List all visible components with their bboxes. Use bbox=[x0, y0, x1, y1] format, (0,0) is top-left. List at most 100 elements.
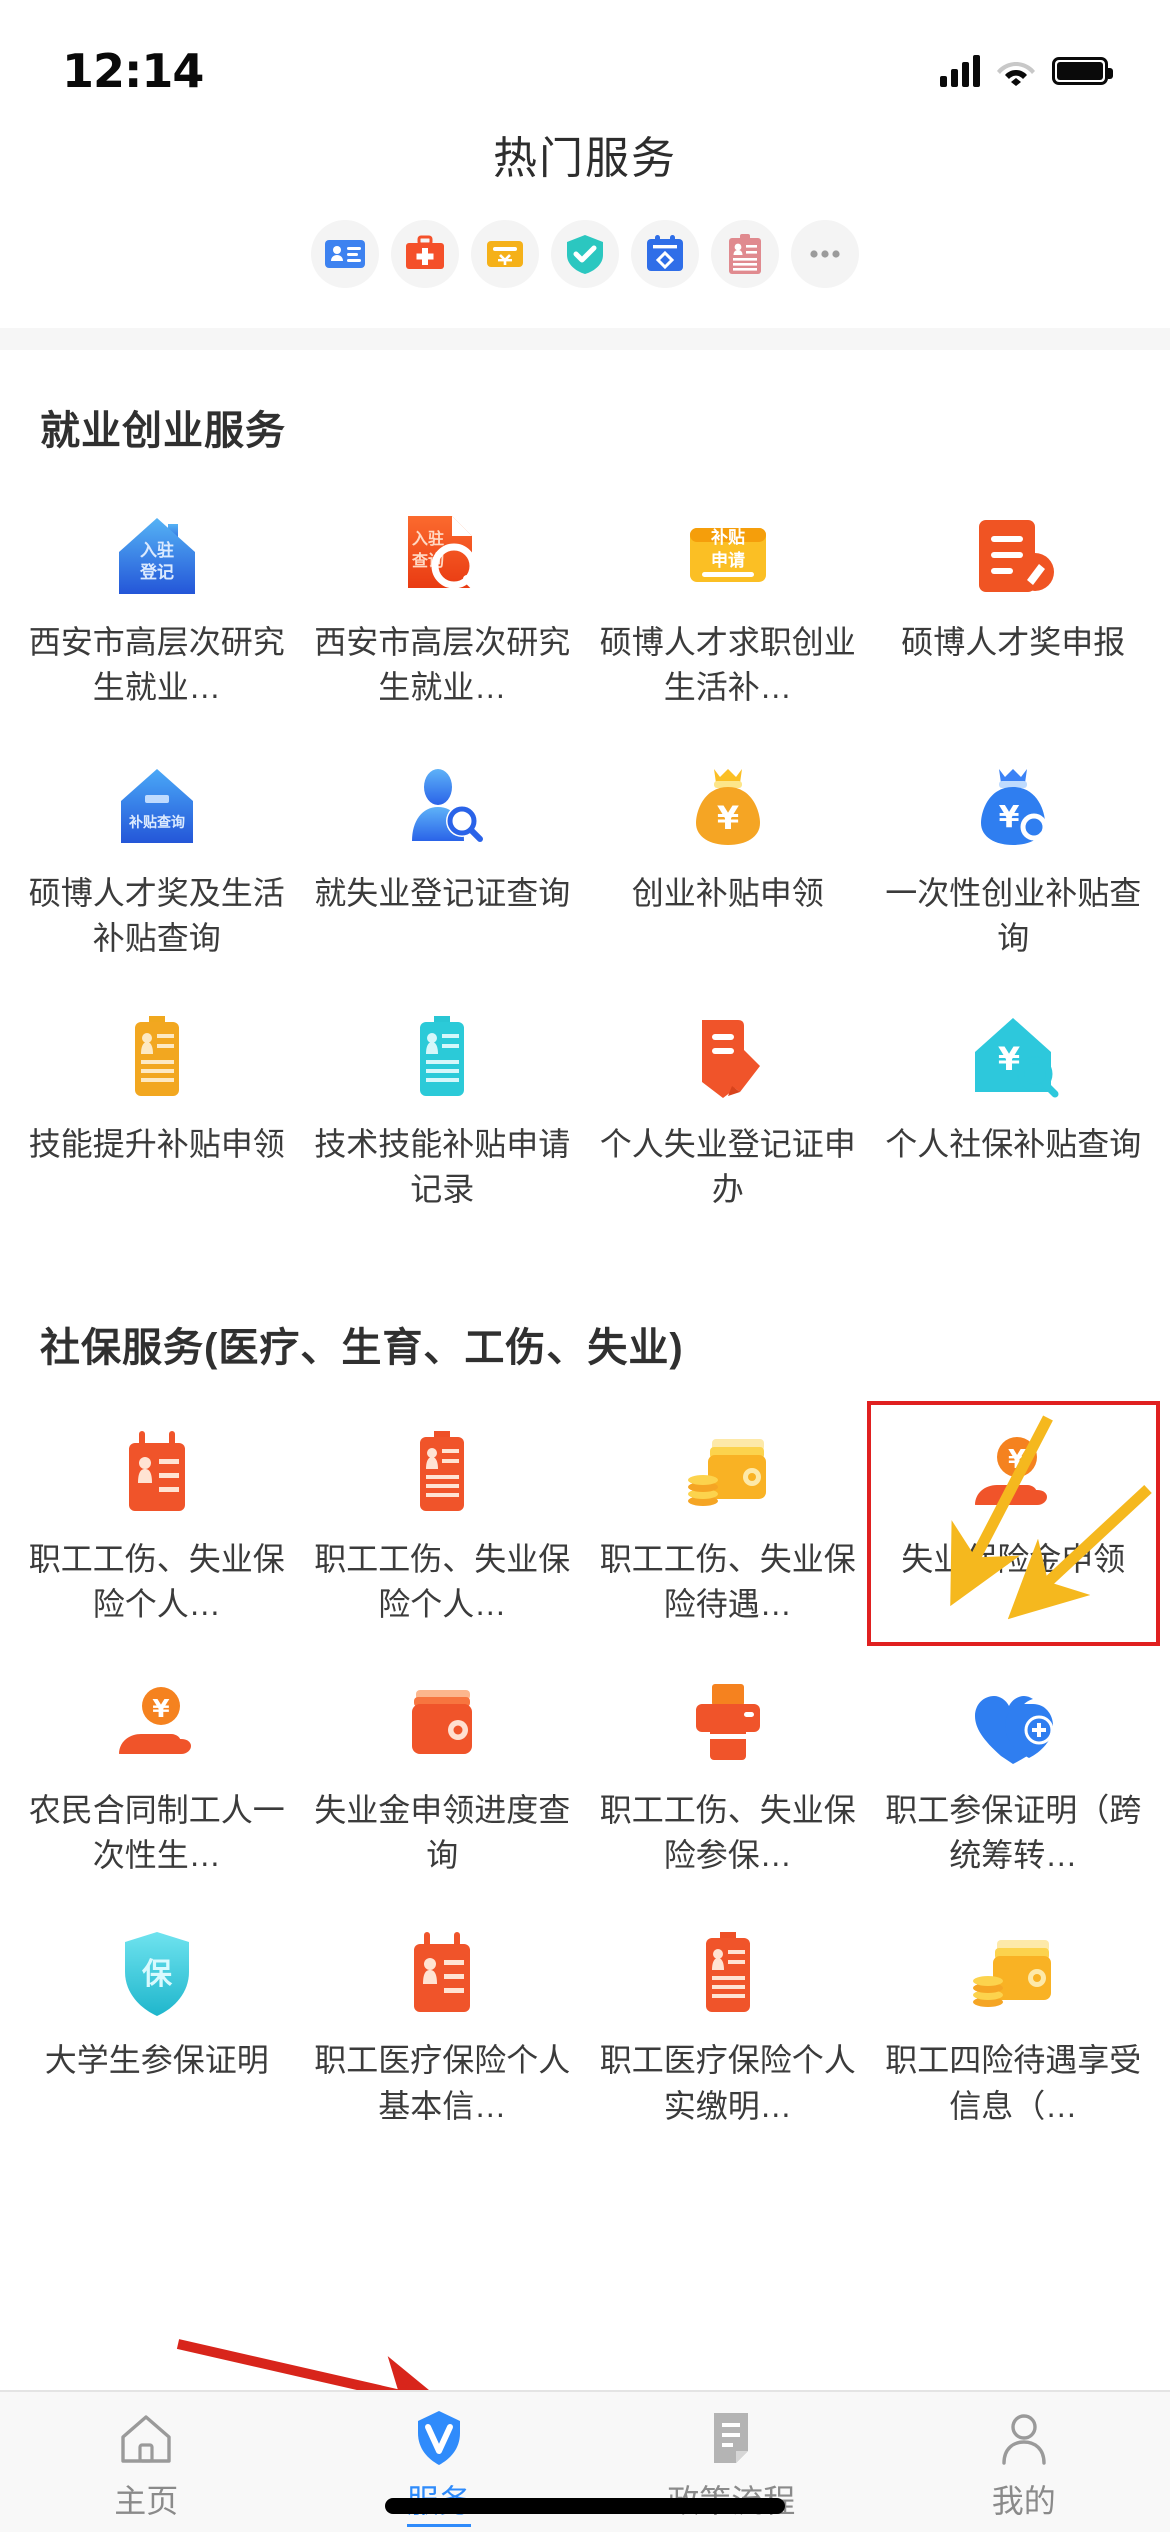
service-label: 硕博人才奖及生活补贴查询 bbox=[28, 874, 285, 957]
service-label: 就失业登记证查询 bbox=[314, 874, 571, 911]
service-item[interactable]: 职工医疗保险个人实缴明… bbox=[585, 1906, 871, 2143]
svg-text:入驻: 入驻 bbox=[140, 540, 174, 560]
service-label: 个人失业登记证申办 bbox=[599, 1125, 856, 1208]
status-indicators bbox=[940, 55, 1113, 87]
quick-icon-calendar[interactable] bbox=[631, 220, 699, 288]
service-item[interactable]: 职工参保证明（跨统筹转… bbox=[871, 1656, 1157, 1893]
unemployment-progress-query-icon bbox=[394, 1676, 490, 1772]
skill-subsidy-claim-icon bbox=[109, 1010, 205, 1106]
service-label: 职工医疗保险个人基本信… bbox=[314, 2042, 571, 2124]
quick-icon-id-card[interactable] bbox=[311, 220, 379, 288]
service-item[interactable]: 入驻 查询 西安市高层次研究生就业… bbox=[300, 488, 586, 725]
quick-icon-more[interactable] bbox=[791, 220, 859, 288]
service-label: 西安市高层次研究生就业… bbox=[314, 624, 571, 706]
service-label: 职工医疗保险个人实缴明… bbox=[599, 2042, 856, 2124]
service-shield-icon bbox=[409, 2408, 469, 2468]
home-indicator bbox=[385, 2498, 785, 2514]
personal-social-subsidy-query-icon: ¥ bbox=[965, 1010, 1061, 1106]
service-label: 大学生参保证明 bbox=[44, 2042, 269, 2079]
more-dots-icon bbox=[810, 250, 840, 258]
svg-text:入驻: 入驻 bbox=[412, 529, 444, 548]
payment-card-icon bbox=[487, 241, 523, 267]
service-item[interactable]: ¥ 一次性创业补贴查询 bbox=[871, 739, 1157, 976]
wifi-icon bbox=[997, 62, 1035, 86]
unemployment-certificate-apply-icon bbox=[680, 1010, 776, 1106]
service-item[interactable]: 技术技能补贴申请记录 bbox=[300, 990, 586, 1227]
quick-icon-shield-check[interactable] bbox=[551, 220, 619, 288]
quick-icon-clipboard[interactable] bbox=[711, 220, 779, 288]
tab-mine[interactable]: 我的 bbox=[878, 2408, 1170, 2522]
tab-label: 主页 bbox=[114, 2483, 179, 2519]
service-item[interactable]: 职工工伤、失业保险个人… bbox=[14, 1405, 300, 1642]
svg-text:保: 保 bbox=[142, 1958, 173, 1991]
startup-subsidy-claim-icon: ¥ bbox=[680, 759, 776, 855]
residency-query-icon: 入驻 查询 bbox=[394, 508, 490, 604]
service-item[interactable]: 失业金申领进度查询 bbox=[300, 1656, 586, 1893]
medical-insurance-basic-info-icon bbox=[394, 1926, 490, 2022]
service-label: 职工四险待遇享受信息（… bbox=[885, 2042, 1142, 2124]
service-item[interactable]: 就失业登记证查询 bbox=[300, 739, 586, 976]
award-declare-icon bbox=[965, 508, 1061, 604]
svg-text:补贴查询: 补贴查询 bbox=[128, 814, 185, 830]
subsidy-apply-icon: 补贴 申请 bbox=[680, 508, 776, 604]
service-item-unemployment-benefit-claim[interactable]: ¥ 失业保险金申领 bbox=[866, 1400, 1160, 1646]
service-label: 西安市高层次研究生就业… bbox=[28, 624, 285, 706]
service-item[interactable]: 硕博人才奖申报 bbox=[871, 488, 1157, 725]
service-item[interactable]: 技能提升补贴申领 bbox=[14, 990, 300, 1227]
medical-insurance-payment-detail-icon bbox=[680, 1926, 776, 2022]
service-item[interactable]: 职工四险待遇享受信息（… bbox=[871, 1906, 1157, 2143]
service-item[interactable]: 职工工伤、失业保险个人… bbox=[300, 1405, 586, 1642]
service-item[interactable]: ¥ 创业补贴申领 bbox=[585, 739, 871, 976]
section-title-employment: 就业创业服务 bbox=[40, 409, 286, 453]
svg-text:登记: 登记 bbox=[139, 562, 174, 582]
status-bar: 12:14 bbox=[0, 0, 1170, 108]
status-time: 12:14 bbox=[62, 44, 204, 98]
home-icon bbox=[116, 2408, 176, 2468]
svg-text:¥: ¥ bbox=[717, 799, 739, 837]
svg-text:¥: ¥ bbox=[999, 800, 1020, 835]
service-item[interactable]: ¥ 农民合同制工人一次性生… bbox=[14, 1656, 300, 1893]
employment-registration-query-icon bbox=[394, 759, 490, 855]
service-item[interactable]: 保 大学生参保证明 bbox=[14, 1906, 300, 2143]
service-label: 硕博人才求职创业生活补… bbox=[599, 624, 856, 706]
service-label: 农民合同制工人一次性生… bbox=[28, 1791, 285, 1873]
clipboard-icon bbox=[729, 234, 761, 274]
bottom-tab-bar: 主页 服务 政策流程 我的 bbox=[0, 2390, 1170, 2532]
section-social-insurance: 社保服务(医疗、生育、工伤、失业) 职工工伤、失业保险个人… 职工工伤、失业保险… bbox=[0, 1236, 1170, 2154]
service-label: 失业保险金申领 bbox=[901, 1540, 1126, 1577]
quick-icon-payment-card[interactable] bbox=[471, 220, 539, 288]
worker-insurance-benefit-icon bbox=[680, 1425, 776, 1521]
farmer-contract-worker-icon: ¥ bbox=[109, 1676, 205, 1772]
service-item[interactable]: 入驻 登记 西安市高层次研究生就业… bbox=[14, 488, 300, 725]
service-label: 一次性创业补贴查询 bbox=[885, 874, 1142, 957]
svg-text:申请: 申请 bbox=[711, 550, 745, 570]
service-item[interactable]: 补贴查询 硕博人才奖及生活补贴查询 bbox=[14, 739, 300, 976]
medical-kit-icon bbox=[406, 235, 444, 269]
service-item[interactable]: ¥ 个人社保补贴查询 bbox=[871, 990, 1157, 1227]
tab-home[interactable]: 主页 bbox=[0, 2408, 293, 2522]
page-title: 热门服务 bbox=[493, 134, 677, 183]
service-label: 硕博人才奖申报 bbox=[901, 624, 1126, 660]
worker-insurance-personal2-icon bbox=[394, 1425, 490, 1521]
service-label: 创业补贴申领 bbox=[631, 874, 824, 911]
skill-subsidy-record-icon bbox=[394, 1010, 490, 1106]
service-item[interactable]: 个人失业登记证申办 bbox=[585, 990, 871, 1227]
service-item[interactable]: 补贴 申请 硕博人才求职创业生活补… bbox=[585, 488, 871, 725]
quick-icon-medical-kit[interactable] bbox=[391, 220, 459, 288]
tab-label: 我的 bbox=[991, 2483, 1056, 2519]
section-employment: 就业创业服务 入驻 登记 西安市高层次研究生就业… 入驻 查询 西安市高层次研究… bbox=[0, 350, 1170, 1237]
service-item[interactable]: 职工工伤、失业保险待遇… bbox=[585, 1405, 871, 1642]
service-item[interactable]: 职工工伤、失业保险参保… bbox=[585, 1656, 871, 1893]
svg-text:¥: ¥ bbox=[152, 1694, 170, 1723]
service-label: 失业金申领进度查询 bbox=[314, 1791, 571, 1873]
battery-full-icon bbox=[1052, 57, 1113, 85]
document-icon bbox=[701, 2408, 761, 2468]
subsidy-query-icon: 补贴查询 bbox=[109, 759, 205, 855]
worker-enrollment-proof-icon bbox=[965, 1676, 1061, 1772]
grid-social-insurance: 职工工伤、失业保险个人… 职工工伤、失业保险个人… 职工工伤、失业保险待遇… ¥… bbox=[0, 1383, 1170, 2154]
service-label: 职工工伤、失业保险个人… bbox=[28, 1540, 285, 1623]
service-label: 职工工伤、失业保险参保… bbox=[599, 1791, 856, 1873]
service-label: 技能提升补贴申领 bbox=[28, 1125, 285, 1162]
service-item[interactable]: 职工医疗保险个人基本信… bbox=[300, 1906, 586, 2143]
unemployment-benefit-claim-icon: ¥ bbox=[965, 1425, 1061, 1521]
